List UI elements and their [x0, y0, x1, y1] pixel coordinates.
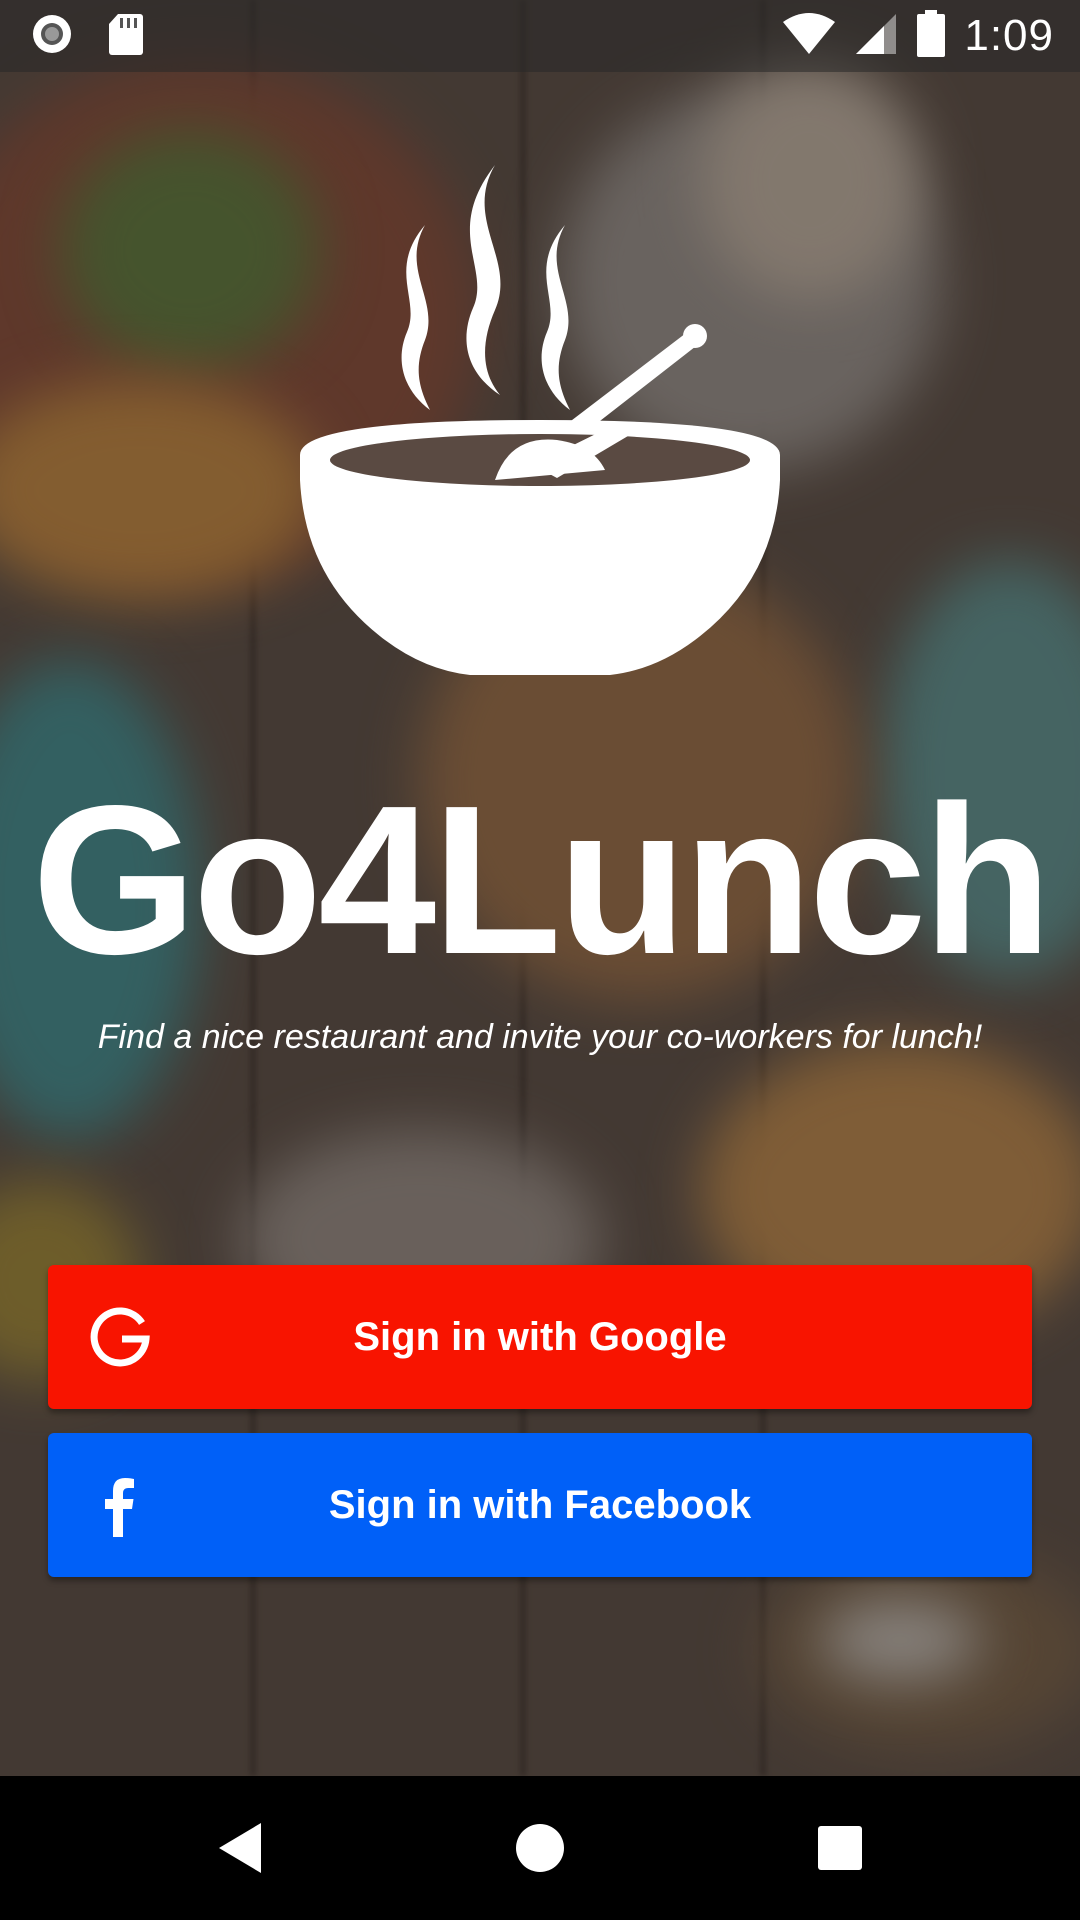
app-title: Go4Lunch	[31, 761, 1052, 998]
sign-in-google-button[interactable]: Sign in with Google	[48, 1265, 1032, 1409]
home-icon[interactable]	[500, 1808, 580, 1888]
sd-card-icon	[108, 12, 144, 60]
clock: 1:09	[964, 11, 1054, 60]
battery-icon	[916, 10, 946, 62]
status-bar: 1:09	[0, 0, 1080, 72]
login-screen: 1:09 Go4Lunch Find a nice restaurant and…	[0, 0, 1080, 1920]
navigation-bar	[0, 1776, 1080, 1920]
sign-in-google-label: Sign in with Google	[353, 1314, 727, 1359]
record-icon	[30, 12, 74, 60]
back-icon[interactable]	[200, 1808, 280, 1888]
wifi-icon	[782, 12, 836, 60]
app-tagline: Find a nice restaurant and invite your c…	[97, 1018, 983, 1056]
recents-icon[interactable]	[800, 1808, 880, 1888]
signal-icon	[854, 12, 898, 60]
facebook-icon	[84, 1469, 156, 1541]
google-icon	[84, 1301, 156, 1373]
sign-in-facebook-button[interactable]: Sign in with Facebook	[48, 1433, 1032, 1577]
soup-bowl-icon	[295, 160, 785, 715]
sign-in-facebook-label: Sign in with Facebook	[328, 1482, 752, 1527]
